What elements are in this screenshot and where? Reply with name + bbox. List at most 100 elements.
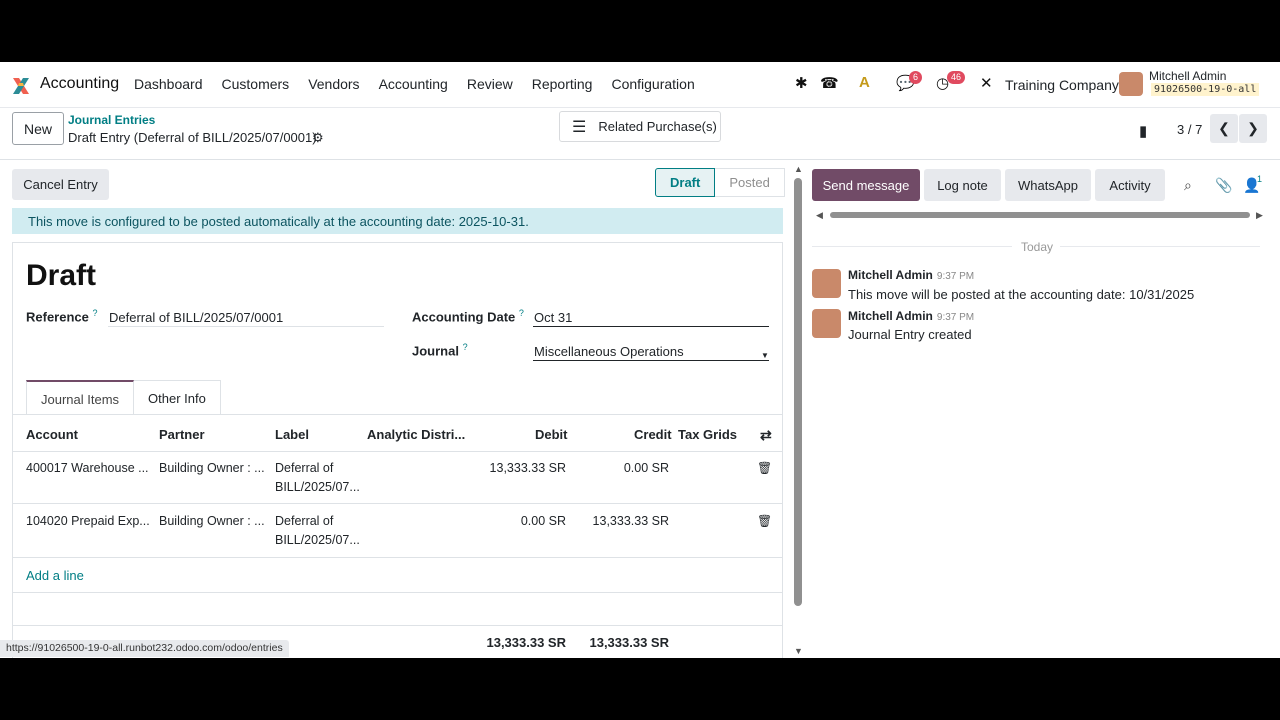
database-name: 91026500-19-0-all bbox=[1151, 83, 1260, 96]
cancel-entry-button[interactable]: Cancel Entry bbox=[12, 169, 109, 200]
scroll-left-icon[interactable]: ◀ bbox=[816, 210, 823, 221]
send-message-button[interactable]: Send message bbox=[812, 169, 920, 201]
bookmark-icon[interactable]: ▮ bbox=[1139, 122, 1147, 140]
new-button[interactable]: New bbox=[12, 112, 64, 145]
form-tabs: Journal Items Other Info bbox=[26, 380, 221, 415]
message-author[interactable]: Mitchell Admin 9:37 PM bbox=[848, 268, 974, 282]
tools-icon[interactable]: ✕ bbox=[980, 74, 993, 92]
message-time: 9:37 PM bbox=[936, 271, 975, 282]
phone-icon[interactable]: ☎ bbox=[820, 74, 839, 92]
row-debit[interactable]: 0.00 SR bbox=[521, 512, 566, 531]
app-name[interactable]: Accounting bbox=[40, 75, 119, 93]
tab-journal-items[interactable]: Journal Items bbox=[26, 380, 135, 415]
add-a-line-link[interactable]: Add a line bbox=[26, 568, 84, 583]
whatsapp-button[interactable]: WhatsApp bbox=[1005, 169, 1091, 201]
form-scrollbar-thumb[interactable] bbox=[794, 178, 802, 606]
paperclip-icon[interactable]: 📎 bbox=[1215, 177, 1232, 194]
list-icon: ☰ bbox=[572, 118, 587, 136]
status-bar: Draft Posted bbox=[655, 168, 785, 197]
row-account[interactable]: 104020 Prepaid Exp... bbox=[26, 512, 150, 531]
col-tax-grids[interactable]: Tax Grids bbox=[678, 427, 737, 442]
col-label[interactable]: Label bbox=[275, 427, 309, 442]
row-account[interactable]: 400017 Warehouse ... bbox=[26, 459, 149, 478]
trash-icon[interactable]: 🗑 bbox=[757, 461, 772, 475]
user-name[interactable]: Mitchell Admin bbox=[1149, 69, 1226, 83]
scroll-right-icon[interactable]: ▶ bbox=[1256, 210, 1263, 221]
pager-next-button[interactable]: ❯ bbox=[1239, 114, 1267, 143]
message-body: This move will be posted at the accounti… bbox=[848, 287, 1195, 302]
row-label-line2[interactable]: BILL/2025/07... bbox=[275, 531, 360, 550]
message-avatar[interactable] bbox=[812, 269, 841, 298]
row-partner[interactable]: Building Owner : ... bbox=[159, 459, 265, 478]
journal-help[interactable]: ? bbox=[463, 342, 468, 352]
debug-bug-icon[interactable]: ✱ bbox=[795, 74, 808, 92]
col-partner[interactable]: Partner bbox=[159, 427, 205, 442]
search-icon[interactable]: ⌕ bbox=[1184, 177, 1192, 194]
row-debit[interactable]: 13,333.33 SR bbox=[490, 459, 566, 478]
screen: Accounting Dashboard Customers Vendors A… bbox=[0, 62, 1280, 658]
scroll-up-icon[interactable]: ▲ bbox=[794, 164, 803, 174]
status-draft[interactable]: Draft bbox=[655, 168, 716, 197]
user-avatar[interactable] bbox=[1119, 72, 1143, 96]
caret-down-icon[interactable]: ▼ bbox=[761, 351, 769, 360]
accounting-date-help[interactable]: ? bbox=[519, 308, 524, 318]
odoo-apps-icon[interactable] bbox=[11, 76, 31, 96]
journal-underline bbox=[533, 360, 769, 361]
ai-icon[interactable]: A bbox=[859, 74, 870, 91]
row-partner[interactable]: Building Owner : ... bbox=[159, 512, 265, 531]
company-switcher[interactable]: Training Company bbox=[1005, 77, 1119, 93]
reference-underline bbox=[108, 326, 384, 327]
menu-accounting[interactable]: Accounting bbox=[379, 76, 448, 92]
totals-divider bbox=[12, 625, 783, 626]
form-sheet bbox=[12, 242, 783, 658]
menu-reporting[interactable]: Reporting bbox=[532, 76, 593, 92]
menu-configuration[interactable]: Configuration bbox=[611, 76, 694, 92]
message-author[interactable]: Mitchell Admin 9:37 PM bbox=[848, 309, 974, 323]
pager-previous-button[interactable]: ❮ bbox=[1210, 114, 1238, 143]
chatter-horizontal-scrollbar[interactable] bbox=[830, 212, 1250, 218]
reference-input[interactable]: Deferral of BILL/2025/07/0001 bbox=[109, 310, 283, 325]
followers-count: 1 bbox=[1257, 174, 1263, 184]
row-label-line1[interactable]: Deferral of bbox=[275, 459, 333, 478]
menu-review[interactable]: Review bbox=[467, 76, 513, 92]
activity-count-badge: 46 bbox=[947, 71, 966, 84]
menu-vendors[interactable]: Vendors bbox=[308, 76, 359, 92]
column-settings-icon[interactable]: ⇄ bbox=[760, 427, 772, 444]
total-credit: 13,333.33 SR bbox=[589, 635, 669, 650]
auto-post-alert: This move is configured to be posted aut… bbox=[12, 208, 783, 234]
menu-dashboard[interactable]: Dashboard bbox=[134, 76, 203, 92]
reference-label: Reference ? bbox=[26, 308, 98, 325]
today-label: Today bbox=[1021, 240, 1054, 254]
journal-select[interactable]: Miscellaneous Operations bbox=[534, 344, 684, 359]
row-label-line1[interactable]: Deferral of bbox=[275, 512, 333, 531]
tab-other-info[interactable]: Other Info bbox=[134, 380, 221, 415]
gear-icon[interactable]: ⚙ bbox=[312, 130, 324, 146]
accounting-date-input[interactable]: Oct 31 bbox=[534, 310, 572, 325]
col-credit[interactable]: Credit bbox=[634, 427, 672, 442]
col-account[interactable]: Account bbox=[26, 427, 78, 442]
scroll-down-icon[interactable]: ▼ bbox=[794, 646, 803, 656]
pager-value[interactable]: 3 / 7 bbox=[1177, 122, 1202, 137]
col-analytic[interactable]: Analytic Distri... bbox=[367, 427, 465, 442]
header-divider bbox=[12, 451, 783, 452]
status-posted[interactable]: Posted bbox=[715, 168, 785, 197]
message-avatar[interactable] bbox=[812, 309, 841, 338]
related-purchases-label: Related Purchase(s) bbox=[598, 119, 717, 134]
chevron-left-icon: ❮ bbox=[1218, 120, 1230, 136]
row-credit[interactable]: 0.00 SR bbox=[624, 459, 669, 478]
activity-button[interactable]: Activity bbox=[1095, 169, 1165, 201]
today-divider-left bbox=[812, 246, 1012, 247]
row-credit[interactable]: 13,333.33 SR bbox=[593, 512, 669, 531]
related-purchases-button[interactable]: ☰ Related Purchase(s) bbox=[559, 111, 721, 142]
menu-customers[interactable]: Customers bbox=[222, 76, 290, 92]
col-debit[interactable]: Debit bbox=[535, 427, 568, 442]
accounting-date-underline bbox=[533, 326, 769, 327]
reference-help[interactable]: ? bbox=[93, 308, 98, 318]
entry-title: Draft bbox=[26, 259, 97, 292]
message-time: 9:37 PM bbox=[936, 312, 975, 323]
log-note-button[interactable]: Log note bbox=[924, 169, 1001, 201]
control-panel-divider bbox=[0, 159, 1280, 160]
trash-icon[interactable]: 🗑 bbox=[757, 514, 772, 528]
breadcrumb-journal-entries[interactable]: Journal Entries bbox=[68, 113, 155, 127]
row-label-line2[interactable]: BILL/2025/07... bbox=[275, 478, 360, 497]
